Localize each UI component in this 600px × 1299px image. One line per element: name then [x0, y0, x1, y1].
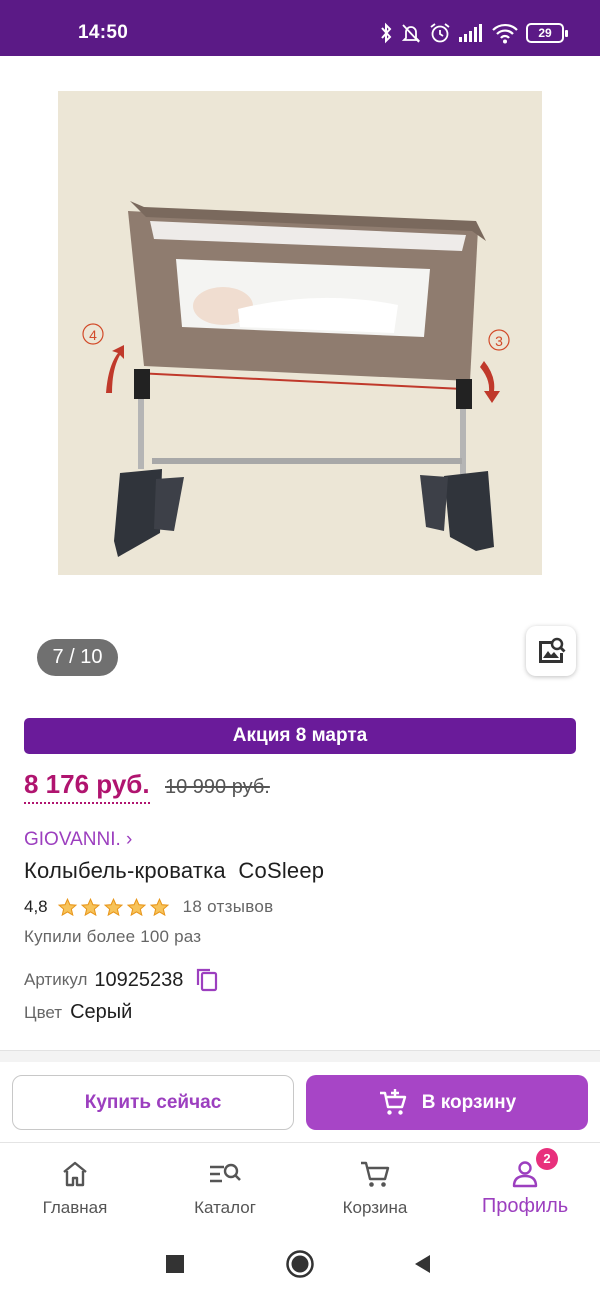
home-system-button[interactable] — [284, 1248, 316, 1280]
star-icon — [103, 897, 123, 916]
bell-off-icon — [401, 24, 421, 43]
image-search-button[interactable] — [526, 626, 576, 676]
square-icon — [166, 1255, 184, 1273]
section-divider — [0, 1050, 600, 1062]
rating-value: 4,8 — [24, 897, 48, 916]
back-triangle-icon — [415, 1255, 430, 1273]
add-to-cart-button[interactable]: В корзину — [306, 1075, 588, 1130]
nav-label-profile: Профиль — [481, 1195, 569, 1217]
rating-stars — [57, 897, 170, 918]
buy-now-label: Купить сейчас — [84, 1091, 222, 1113]
purchases-count: Купили более 100 раз — [24, 927, 202, 946]
bottom-nav: Главная Каталог Корзина 2 Профиль — [0, 1142, 600, 1228]
image-marker-3: 3 — [495, 333, 503, 349]
battery-icon: 29 — [526, 23, 568, 43]
promo-banner[interactable]: Акция 8 марта — [24, 718, 576, 754]
crib-illustration: 4 3 — [58, 91, 542, 575]
photo-counter: 7 / 10 — [37, 639, 118, 676]
price-dotted-underline — [24, 802, 150, 804]
copy-icon[interactable] — [195, 967, 219, 993]
back-button[interactable] — [406, 1248, 438, 1280]
status-time: 14:50 — [78, 22, 129, 43]
article-value: 10925238 — [94, 968, 184, 991]
buy-now-button[interactable]: Купить сейчас — [12, 1075, 294, 1130]
system-nav-bar — [0, 1228, 600, 1299]
catalog-search-icon — [207, 1156, 243, 1192]
nav-label-catalog: Каталог — [194, 1198, 256, 1217]
nav-label-home: Главная — [42, 1198, 108, 1217]
alarm-icon — [430, 23, 450, 43]
nav-item-profile[interactable]: 2 Профиль — [450, 1143, 600, 1229]
profile-badge: 2 — [536, 1148, 558, 1170]
image-search-icon — [539, 637, 566, 663]
bluetooth-icon — [381, 22, 392, 44]
nav-item-catalog[interactable]: Каталог — [150, 1143, 300, 1229]
nav-label-cart: Корзина — [342, 1198, 408, 1217]
action-bar: Купить сейчас В корзину — [0, 1062, 600, 1142]
price-current: 8 176 руб. — [24, 769, 150, 799]
image-marker-4: 4 — [89, 327, 97, 343]
price-old: 10 990 руб. — [165, 776, 270, 798]
article-row: Артикул 10925238 — [24, 965, 219, 995]
star-icon — [80, 897, 100, 916]
color-value: Серый — [70, 1001, 133, 1023]
wifi-icon — [492, 23, 518, 44]
cart-plus-icon — [379, 1088, 406, 1115]
color-label: Цвет — [24, 1003, 63, 1022]
cart-icon — [357, 1156, 393, 1192]
star-icon — [149, 897, 169, 916]
circle-icon — [286, 1250, 314, 1278]
reviews-link[interactable]: 18 отзывов — [183, 897, 274, 917]
nav-item-home[interactable]: Главная — [0, 1143, 150, 1229]
home-icon — [57, 1156, 93, 1192]
star-icon — [126, 897, 146, 916]
brand-link[interactable]: GIOVANNI. › — [24, 829, 132, 851]
status-bar: 14:50 29 — [0, 0, 600, 56]
status-icons: 29 — [379, 18, 568, 48]
recent-apps-button[interactable] — [159, 1248, 191, 1280]
product-image[interactable]: 4 3 — [58, 91, 542, 575]
nav-item-cart[interactable]: Корзина — [300, 1143, 450, 1229]
color-row: Цвет Серый — [24, 1001, 132, 1024]
product-title: Колыбель-кроватка CoSleep — [24, 858, 325, 883]
star-icon — [57, 897, 77, 916]
article-label: Артикул — [24, 970, 88, 989]
signal-icon — [459, 24, 482, 42]
rating-row[interactable]: 4,8 18 отзывов — [24, 894, 273, 920]
add-to-cart-label: В корзину — [421, 1091, 517, 1113]
